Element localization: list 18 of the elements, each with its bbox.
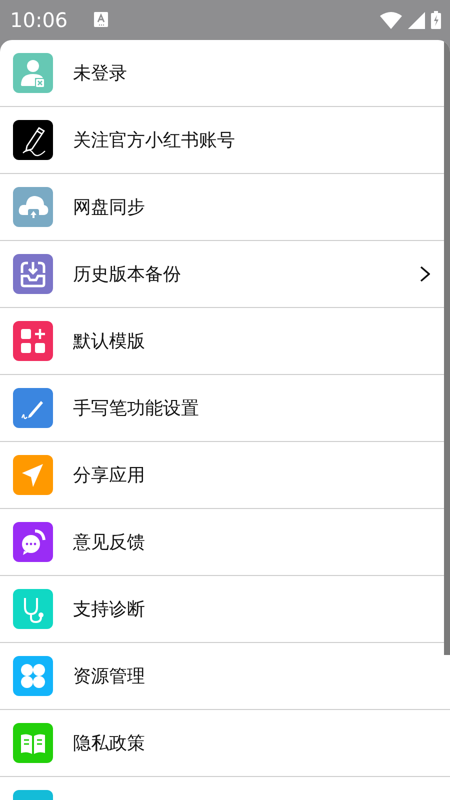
menu-label: 隐私政策 [73,732,146,755]
menu-label: 手写笔功能设置 [73,397,200,420]
menu-label: 未登录 [73,62,128,85]
notification-icon [94,12,108,26]
menu-label: 支持诊断 [73,598,146,621]
menu-item[interactable]: 隐私政策 [0,710,450,777]
menu-label: 历史版本备份 [73,263,182,286]
menu-label: 关注官方小红书账号 [73,129,236,152]
wifi-icon [380,12,402,28]
menu-label: 网盘同步 [73,196,146,219]
clock: 10:06 [10,8,68,32]
menu-item[interactable]: 资源管理 [0,643,450,710]
signal-icon [408,12,425,28]
menu-label: 意见反馈 [73,531,146,554]
menu-label: 默认模版 [73,330,146,353]
menu-label: 资源管理 [73,665,146,688]
menu-label: 分享应用 [73,464,146,487]
battery-icon [431,11,441,29]
